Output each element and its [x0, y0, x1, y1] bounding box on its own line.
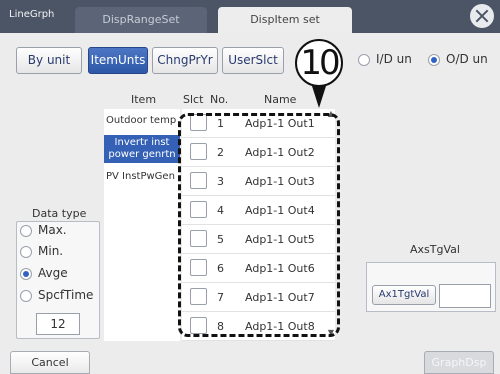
- by-unit-button[interactable]: By unit: [16, 47, 82, 74]
- graph-display-button[interactable]: GraphDsp: [424, 351, 494, 374]
- tab-disp-range-set[interactable]: DispRangeSet: [75, 7, 207, 33]
- od-unit-radio[interactable]: [428, 54, 440, 66]
- title-bar: LineGrph DispRangeSet DispItem set: [0, 0, 500, 33]
- specific-time-label: SpcfTime: [38, 288, 94, 302]
- average-label: Avge: [38, 266, 68, 280]
- list-item[interactable]: Outdoor temp: [104, 115, 180, 127]
- specific-time-radio[interactable]: [20, 290, 32, 302]
- axis-target-button[interactable]: Ax1TgtVal: [372, 285, 436, 305]
- average-radio[interactable]: [20, 268, 32, 280]
- item-list: Outdoor temp Invertr inst power genrtn P…: [104, 109, 180, 341]
- axis-target-title: AxsTgVal: [410, 243, 460, 256]
- data-type-title: Data type: [32, 207, 87, 220]
- callout-number: 10: [295, 39, 343, 87]
- list-item-selected[interactable]: Invertr inst power genrtn: [104, 135, 180, 163]
- min-radio[interactable]: [20, 246, 32, 258]
- item-units-button[interactable]: ItemUnts: [88, 47, 148, 74]
- header-slct: Slct: [183, 93, 204, 106]
- highlight-dashed-box: [178, 113, 340, 337]
- cancel-button[interactable]: Cancel: [10, 351, 90, 374]
- specific-time-field[interactable]: 12: [36, 313, 80, 335]
- axis-target-field[interactable]: [439, 284, 491, 308]
- dialog-window: LineGrph DispRangeSet DispItem set By un…: [0, 0, 500, 374]
- close-icon[interactable]: [470, 4, 494, 28]
- app-title: LineGrph: [9, 9, 55, 20]
- header-no: No.: [210, 93, 229, 106]
- list-item[interactable]: PV InstPwGen: [104, 171, 180, 183]
- min-label: Min.: [38, 244, 64, 258]
- user-select-button[interactable]: UserSlct: [222, 47, 284, 74]
- id-unit-radio[interactable]: [358, 54, 370, 66]
- change-per-year-button[interactable]: ChngPrYr: [152, 47, 218, 74]
- max-radio[interactable]: [20, 225, 32, 237]
- od-unit-label: O/D un: [446, 52, 488, 66]
- header-item: Item: [131, 93, 157, 106]
- header-name: Name: [264, 93, 297, 106]
- max-label: Max.: [38, 223, 67, 237]
- id-unit-label: I/D un: [376, 52, 412, 66]
- tab-disp-item-set[interactable]: DispItem set: [218, 7, 352, 33]
